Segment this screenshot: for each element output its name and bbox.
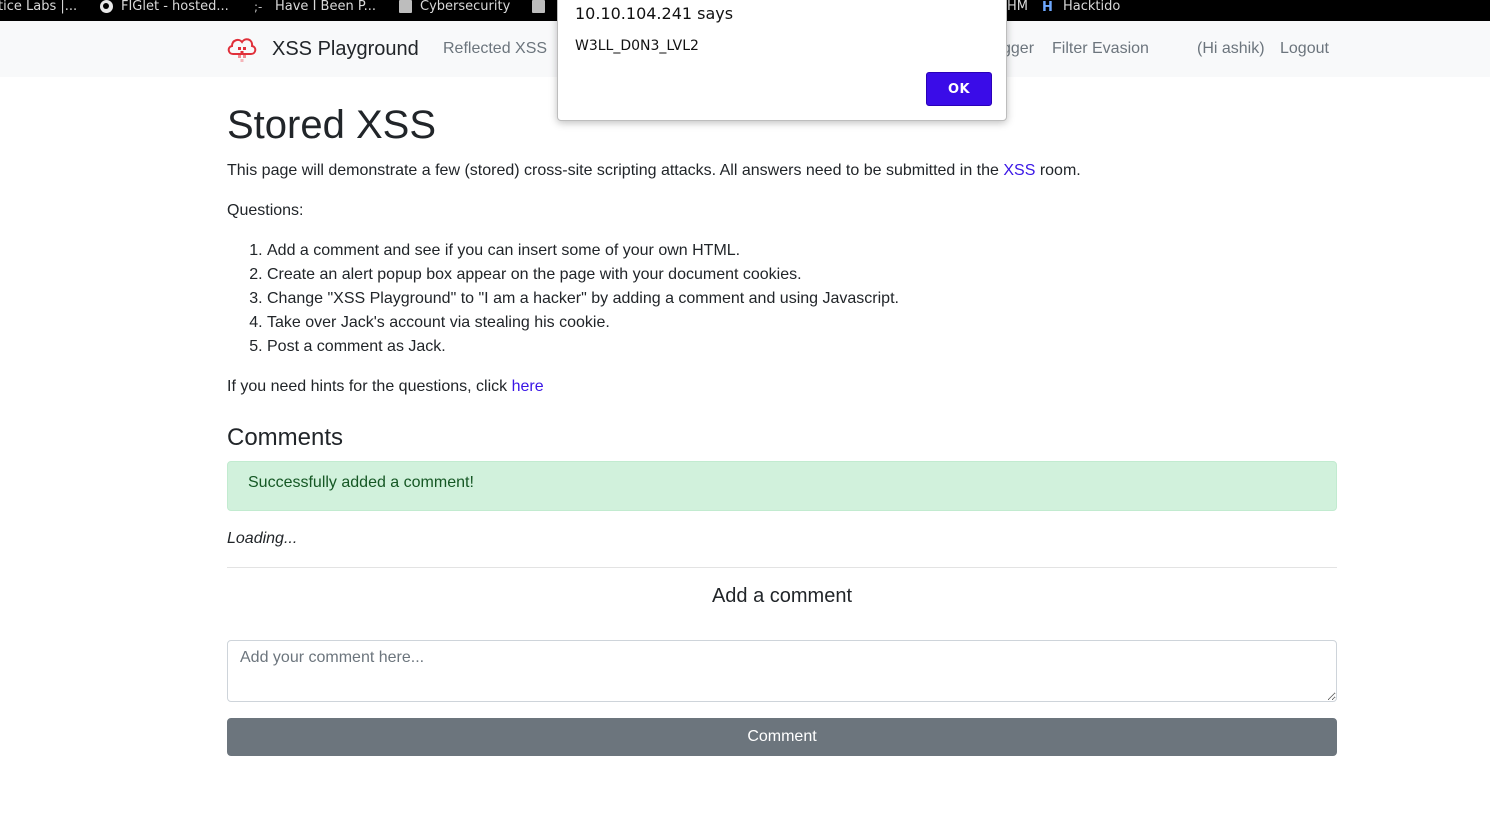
bookmark-label: Cybersecurity xyxy=(420,0,511,14)
question-item: Post a comment as Jack. xyxy=(267,335,1337,359)
dialog-title: 10.10.104.241 says xyxy=(575,4,734,23)
add-comment-heading: Add a comment xyxy=(711,584,853,607)
comment-button[interactable]: Comment xyxy=(227,717,1337,756)
folder-icon xyxy=(399,0,412,13)
bookmark-hacktido[interactable]: H Hacktido xyxy=(1042,0,1120,17)
bookmark-label: Have I Been P... xyxy=(275,0,377,14)
intro-text-start: This page will demonstrate a few (stored… xyxy=(227,162,1004,179)
bookmark-label: tice Labs |... xyxy=(0,0,78,14)
cloud-logo-icon[interactable] xyxy=(226,33,258,65)
pwned-icon: ;- xyxy=(254,0,263,14)
comments-heading: Comments xyxy=(227,424,344,451)
nav-filter-evasion[interactable]: Filter Evasion xyxy=(1052,40,1149,58)
nav-logout[interactable]: Logout xyxy=(1280,40,1329,58)
hint-link[interactable]: here xyxy=(512,378,544,395)
intro-text: This page will demonstrate a few (stored… xyxy=(227,159,1337,183)
divider xyxy=(227,566,1337,568)
main-content: Stored XSS This page will demonstrate a … xyxy=(227,77,1337,756)
bookmark-folder[interactable] xyxy=(532,0,545,17)
hint-text: If you need hints for the questions, cli… xyxy=(227,375,1337,399)
question-item: Take over Jack's account via stealing hi… xyxy=(267,311,1337,335)
bookmark-thm[interactable]: HM xyxy=(1007,0,1028,17)
folder-icon xyxy=(532,0,545,13)
bookmark-haveibeenpwned[interactable]: ;- Have I Been P... xyxy=(254,0,376,17)
question-item: Change "XSS Playground" to "I am a hacke… xyxy=(267,287,1337,311)
intro-text-end: room. xyxy=(1035,162,1081,179)
globe-icon xyxy=(100,0,113,13)
success-alert: Successfully added a comment! xyxy=(227,460,1337,511)
nav-user-greeting: (Hi ashik) xyxy=(1197,40,1265,57)
xss-room-link[interactable]: XSS xyxy=(1003,162,1035,179)
comments-loading: Loading... xyxy=(227,529,298,547)
ok-button[interactable]: OK xyxy=(926,72,992,106)
comment-input[interactable] xyxy=(227,639,1337,702)
bookmark-label: Hacktido xyxy=(1063,0,1121,14)
questions-list: Add a comment and see if you can insert … xyxy=(227,239,1337,359)
bookmark-practice-labs[interactable]: tice Labs |... xyxy=(0,0,77,17)
bookmark-cybersecurity[interactable]: Cybersecurity xyxy=(399,0,510,17)
dialog-message: W3LL_D0N3_LVL2 xyxy=(575,38,699,54)
brand-title[interactable]: XSS Playground xyxy=(272,38,419,61)
question-item: Add a comment and see if you can insert … xyxy=(267,239,1337,263)
bookmark-label: FIGlet - hosted... xyxy=(121,0,229,14)
questions-label: Questions: xyxy=(227,202,304,219)
h-icon: H xyxy=(1042,0,1053,15)
alert-dialog: 10.10.104.241 says W3LL_D0N3_LVL2 OK xyxy=(557,0,1007,121)
hint-text-start: If you need hints for the questions, cli… xyxy=(227,378,512,395)
question-item: Create an alert popup box appear on the … xyxy=(267,263,1337,287)
bookmark-label: HM xyxy=(1007,0,1028,14)
bookmark-figlet[interactable]: FIGlet - hosted... xyxy=(100,0,229,17)
nav-reflected-xss[interactable]: Reflected XSS xyxy=(443,40,547,58)
